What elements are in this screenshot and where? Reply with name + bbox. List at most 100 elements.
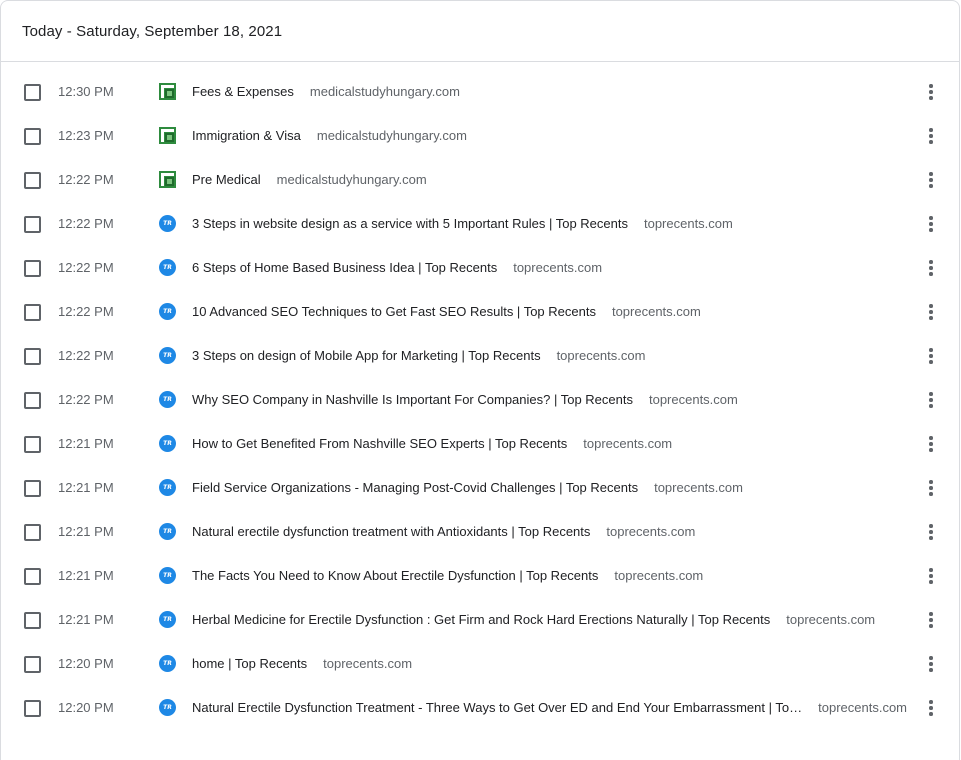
- entry-link[interactable]: home | Top Recents toprecents.com: [192, 656, 907, 671]
- entry-link[interactable]: Field Service Organizations - Managing P…: [192, 480, 907, 495]
- entry-link[interactable]: Herbal Medicine for Erectile Dysfunction…: [192, 612, 907, 627]
- tr-favicon-icon: TR: [159, 479, 176, 496]
- entry-checkbox[interactable]: [24, 612, 41, 629]
- entry-checkbox[interactable]: [24, 260, 41, 277]
- history-entry[interactable]: 12:21 PM TR Field Service Organizations - …: [1, 466, 959, 510]
- entry-title[interactable]: 10 Advanced SEO Techniques to Get Fast S…: [192, 304, 596, 319]
- entry-title[interactable]: Natural erectile dysfunction treatment w…: [192, 524, 590, 539]
- history-entry[interactable]: 12:22 PM TR 3 Steps on design of Mobile Ap…: [1, 334, 959, 378]
- entry-link[interactable]: The Facts You Need to Know About Erectil…: [192, 568, 907, 583]
- entry-time: 12:22 PM: [58, 304, 114, 319]
- entry-link[interactable]: 10 Advanced SEO Techniques to Get Fast S…: [192, 304, 907, 319]
- entry-title[interactable]: 3 Steps in website design as a service w…: [192, 216, 628, 231]
- more-vert-icon[interactable]: [921, 390, 941, 410]
- more-vert-icon[interactable]: [921, 170, 941, 190]
- more-vert-icon[interactable]: [921, 126, 941, 146]
- entry-time: 12:21 PM: [58, 524, 114, 539]
- tr-favicon-letters: TR: [159, 303, 176, 320]
- entry-checkbox[interactable]: [24, 84, 41, 101]
- entry-checkbox[interactable]: [24, 700, 41, 717]
- more-vert-icon[interactable]: [921, 82, 941, 102]
- tr-favicon-icon: TR: [159, 567, 176, 584]
- entry-time: 12:22 PM: [58, 216, 114, 231]
- tr-favicon-icon: TR: [159, 391, 176, 408]
- entry-checkbox[interactable]: [24, 436, 41, 453]
- history-card: Today - Saturday, September 18, 2021 12:…: [0, 0, 960, 760]
- history-entry[interactable]: 12:20 PM TR home | Top Recents toprecents.c…: [1, 642, 959, 686]
- history-entry[interactable]: 12:23 PM Immigration & Visa medicalstudyhu…: [1, 114, 959, 158]
- entry-title[interactable]: Immigration & Visa: [192, 128, 301, 143]
- tr-favicon-letters: TR: [159, 215, 176, 232]
- tr-favicon-icon: TR: [159, 699, 176, 716]
- history-entry[interactable]: 12:30 PM Fees & Expenses medicalstudyhunga…: [1, 70, 959, 114]
- entry-domain: toprecents.com: [513, 260, 603, 275]
- entry-link[interactable]: 6 Steps of Home Based Business Idea | To…: [192, 260, 907, 275]
- entry-checkbox[interactable]: [24, 524, 41, 541]
- entry-link[interactable]: Natural erectile dysfunction treatment w…: [192, 524, 907, 539]
- history-entry[interactable]: 12:20 PM TR Natural Erectile Dysfunction T…: [1, 686, 959, 730]
- tr-favicon-icon: TR: [159, 347, 176, 364]
- entry-checkbox[interactable]: [24, 128, 41, 145]
- tr-favicon-letters: TR: [159, 479, 176, 496]
- tr-favicon-icon: TR: [159, 655, 176, 672]
- entry-checkbox[interactable]: [24, 304, 41, 321]
- entry-title[interactable]: How to Get Benefited From Nashville SEO …: [192, 436, 567, 451]
- entry-title[interactable]: Fees & Expenses: [192, 84, 294, 99]
- history-entry[interactable]: 12:21 PM TR Herbal Medicine for Erectile D…: [1, 598, 959, 642]
- entry-time: 12:21 PM: [58, 436, 114, 451]
- more-vert-icon[interactable]: [921, 302, 941, 322]
- tr-favicon-icon: TR: [159, 523, 176, 540]
- entry-title[interactable]: The Facts You Need to Know About Erectil…: [192, 568, 598, 583]
- history-entry[interactable]: 12:22 PM Pre Medical medicalstudyhungary.c…: [1, 158, 959, 202]
- history-entry[interactable]: 12:22 PM TR 10 Advanced SEO Techniques to …: [1, 290, 959, 334]
- tr-favicon-letters: TR: [159, 655, 176, 672]
- more-vert-icon[interactable]: [921, 566, 941, 586]
- entry-link[interactable]: Pre Medical medicalstudyhungary.com: [192, 172, 907, 187]
- entry-link[interactable]: Fees & Expenses medicalstudyhungary.com: [192, 84, 907, 99]
- entry-title[interactable]: 6 Steps of Home Based Business Idea | To…: [192, 260, 497, 275]
- history-entry[interactable]: 12:22 PM TR 3 Steps in website design as a…: [1, 202, 959, 246]
- tr-favicon-letters: TR: [159, 611, 176, 628]
- more-vert-icon[interactable]: [921, 478, 941, 498]
- entry-checkbox[interactable]: [24, 172, 41, 189]
- more-vert-icon[interactable]: [921, 610, 941, 630]
- entry-checkbox[interactable]: [24, 216, 41, 233]
- entry-title[interactable]: 3 Steps on design of Mobile App for Mark…: [192, 348, 541, 363]
- entry-link[interactable]: 3 Steps in website design as a service w…: [192, 216, 907, 231]
- more-vert-icon[interactable]: [921, 434, 941, 454]
- entry-link[interactable]: 3 Steps on design of Mobile App for Mark…: [192, 348, 907, 363]
- entry-title[interactable]: Herbal Medicine for Erectile Dysfunction…: [192, 612, 770, 627]
- history-entry[interactable]: 12:22 PM TR 6 Steps of Home Based Business…: [1, 246, 959, 290]
- more-vert-icon[interactable]: [921, 698, 941, 718]
- msh-favicon-icon: [159, 83, 176, 100]
- entry-title[interactable]: home | Top Recents: [192, 656, 307, 671]
- entry-checkbox[interactable]: [24, 480, 41, 497]
- entry-time: 12:23 PM: [58, 128, 114, 143]
- history-entry[interactable]: 12:21 PM TR The Facts You Need to Know Abo…: [1, 554, 959, 598]
- entry-title[interactable]: Pre Medical: [192, 172, 261, 187]
- entry-time: 12:22 PM: [58, 392, 114, 407]
- entry-link[interactable]: Immigration & Visa medicalstudyhungary.co…: [192, 128, 907, 143]
- more-vert-icon[interactable]: [921, 214, 941, 234]
- entry-checkbox[interactable]: [24, 568, 41, 585]
- entry-checkbox[interactable]: [24, 656, 41, 673]
- entry-domain: medicalstudyhungary.com: [276, 172, 427, 187]
- more-vert-icon[interactable]: [921, 522, 941, 542]
- entry-title[interactable]: Field Service Organizations - Managing P…: [192, 480, 638, 495]
- tr-favicon-icon: TR: [159, 215, 176, 232]
- entry-title[interactable]: Why SEO Company in Nashville Is Importan…: [192, 392, 633, 407]
- entry-link[interactable]: Why SEO Company in Nashville Is Importan…: [192, 392, 907, 407]
- history-entry[interactable]: 12:21 PM TR How to Get Benefited From Nash…: [1, 422, 959, 466]
- entry-checkbox[interactable]: [24, 348, 41, 365]
- entry-checkbox[interactable]: [24, 392, 41, 409]
- tr-favicon-icon: TR: [159, 611, 176, 628]
- entry-domain: toprecents.com: [654, 480, 743, 495]
- more-vert-icon[interactable]: [921, 346, 941, 366]
- more-vert-icon[interactable]: [921, 654, 941, 674]
- entry-title[interactable]: Natural Erectile Dysfunction Treatment -…: [192, 700, 802, 715]
- history-entry[interactable]: 12:21 PM TR Natural erectile dysfunction t…: [1, 510, 959, 554]
- entry-link[interactable]: Natural Erectile Dysfunction Treatment -…: [192, 700, 907, 715]
- entry-link[interactable]: How to Get Benefited From Nashville SEO …: [192, 436, 907, 451]
- more-vert-icon[interactable]: [921, 258, 941, 278]
- history-entry[interactable]: 12:22 PM TR Why SEO Company in Nashville I…: [1, 378, 959, 422]
